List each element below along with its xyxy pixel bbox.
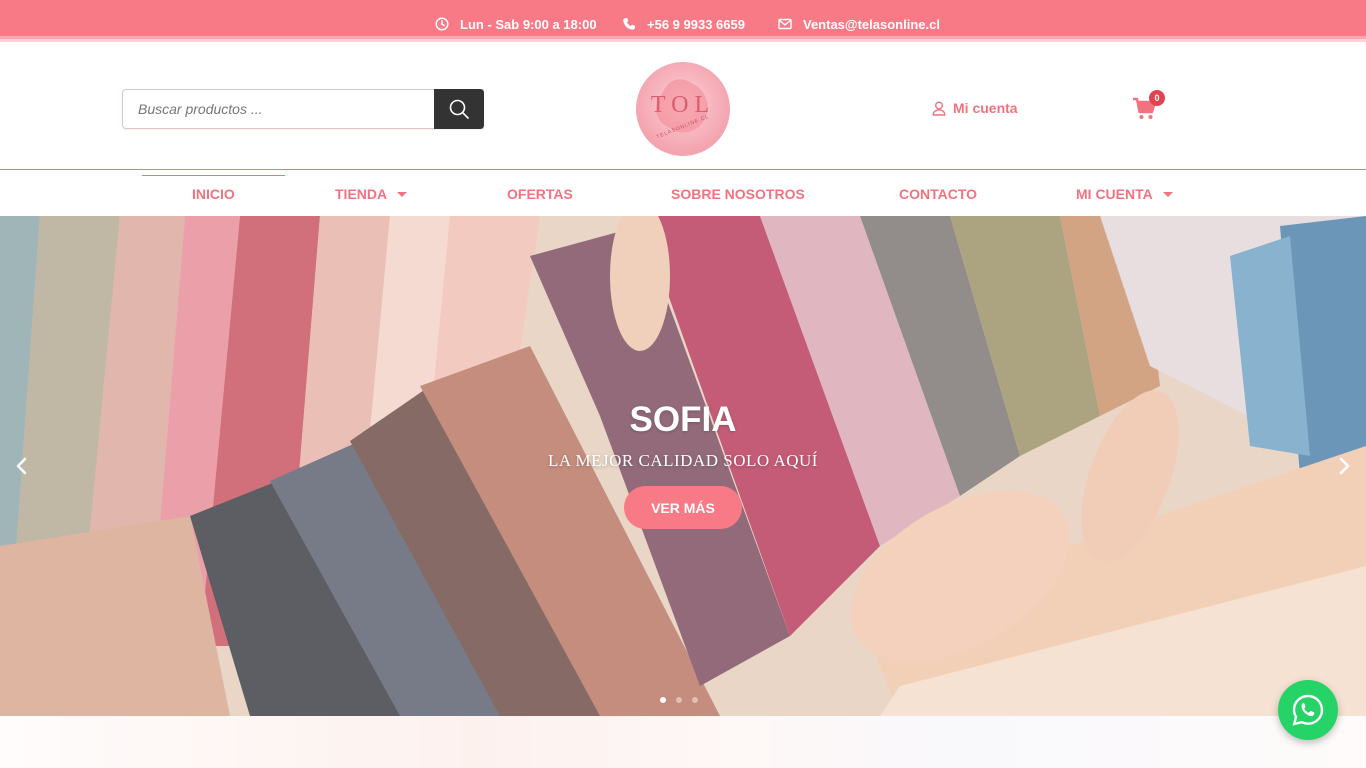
top-info-bar: Lun - Sab 9:00 a 18:00 +56 9 9933 6659 V… [0, 0, 1366, 36]
site-logo[interactable]: TOL TELASONLINE.CL [636, 62, 730, 156]
nav-item-label: SOBRE NOSOTROS [671, 186, 805, 202]
next-section-overlay [0, 716, 1366, 768]
nav-item-label: INICIO [192, 186, 235, 202]
slider-dot[interactable] [660, 697, 666, 703]
slider-pagination [660, 697, 698, 703]
my-account-link[interactable]: Mi cuenta [932, 98, 1018, 118]
nav-item-label: MI CUENTA [1076, 186, 1153, 202]
email-link[interactable]: Ventas@telasonline.cl [778, 12, 940, 36]
whatsapp-icon [1292, 694, 1324, 726]
opening-hours: Lun - Sab 9:00 a 18:00 [435, 12, 597, 36]
phone-link[interactable]: +56 9 9933 6659 [622, 12, 745, 36]
ver-mas-button[interactable]: VER MÁS [624, 486, 742, 529]
nav-item-mi-cuenta[interactable]: MI CUENTA [1076, 185, 1173, 203]
phone-icon [623, 18, 635, 30]
nav-item-label: OFERTAS [507, 186, 573, 202]
nav-item-label: TIENDA [335, 186, 388, 202]
hero-slider: SOFIA LA MEJOR CALIDAD SOLO AQUÍ VER MÁS [0, 216, 1366, 716]
main-navigation: INICIO TIENDA OFERTAS SOBRE NOSOTROS CON… [0, 170, 1366, 216]
phone-number: +56 9 9933 6659 [647, 16, 745, 32]
opening-hours-text: Lun - Sab 9:00 a 18:00 [460, 16, 597, 32]
nav-item-ofertas[interactable]: OFERTAS [507, 185, 573, 203]
whatsapp-button[interactable] [1278, 680, 1338, 740]
search-icon [449, 99, 469, 119]
caret-down-icon [397, 191, 408, 197]
nav-item-tienda[interactable]: TIENDA [335, 185, 408, 203]
nav-item-label: CONTACTO [899, 186, 978, 202]
search-input[interactable] [123, 90, 433, 128]
hero-title: SOFIA [629, 400, 737, 439]
nav-item-sobre-nosotros[interactable]: SOBRE NOSOTROS [671, 185, 805, 203]
caret-down-icon [1162, 191, 1173, 197]
search-form [122, 89, 484, 129]
hero-subtitle: LA MEJOR CALIDAD SOLO AQUÍ [548, 451, 818, 470]
slider-dot[interactable] [676, 697, 682, 703]
my-account-label: Mi cuenta [953, 100, 1018, 116]
chevron-left-icon[interactable] [12, 456, 32, 476]
nav-item-inicio[interactable]: INICIO [192, 185, 235, 203]
active-nav-indicator [142, 175, 285, 176]
search-button[interactable] [434, 89, 484, 129]
clock-icon [435, 17, 449, 31]
email-address: Ventas@telasonline.cl [803, 16, 940, 32]
cart-count-badge: 0 [1149, 90, 1165, 106]
topbar-divider-light [0, 39, 1366, 42]
chevron-right-icon[interactable] [1334, 456, 1354, 476]
user-icon [932, 101, 946, 116]
slider-dot[interactable] [692, 697, 698, 703]
mail-icon [778, 18, 792, 30]
nav-item-contacto[interactable]: CONTACTO [899, 185, 977, 203]
